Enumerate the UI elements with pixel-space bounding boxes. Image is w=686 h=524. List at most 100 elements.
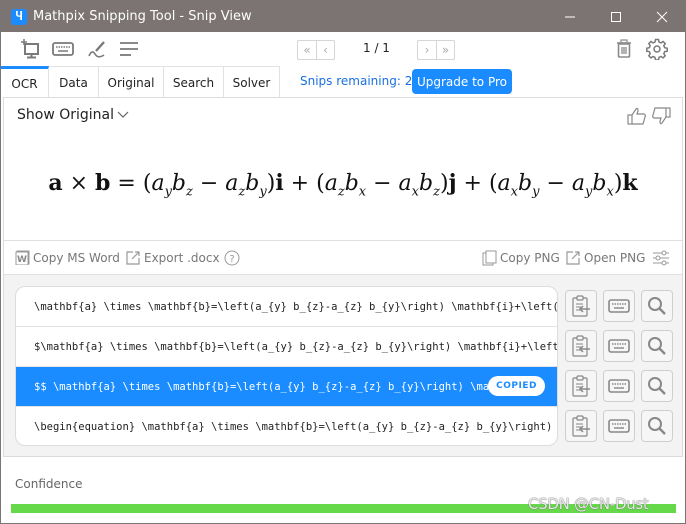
latex-text: \mathbf{a} \times \mathbf{b}=\left(a_{y}… bbox=[34, 300, 558, 313]
rendered-equation: a × b = (aybz − azby)i + (azbx − axbz)j … bbox=[48, 170, 638, 200]
open-png-label: Open PNG bbox=[584, 251, 646, 265]
watermark: CSDN @CN-Dust bbox=[528, 495, 649, 513]
new-snip-button[interactable] bbox=[19, 39, 41, 59]
paste-clipboard-button[interactable] bbox=[565, 330, 597, 362]
paste-clipboard-icon bbox=[570, 414, 592, 438]
first-page-button[interactable]: « bbox=[298, 41, 316, 59]
keyboard-icon bbox=[608, 338, 630, 354]
copy-ms-word-button[interactable]: W Copy MS Word bbox=[15, 250, 120, 265]
snip-panel: Show Original a × b = (aybz − azby)i + (… bbox=[3, 97, 683, 457]
keyboard-icon bbox=[52, 42, 74, 56]
paste-clipboard-button[interactable] bbox=[565, 370, 597, 402]
keyboard-icon bbox=[608, 418, 630, 434]
new-snip-icon bbox=[21, 39, 39, 59]
tab-original[interactable]: Original bbox=[99, 66, 164, 98]
external-link-icon bbox=[566, 251, 580, 265]
export-action-bar: W Copy MS Word Export .docx ? Copy PNG O… bbox=[4, 241, 682, 275]
paste-clipboard-icon bbox=[570, 294, 592, 318]
result-row[interactable]: \mathbf{a} \times \mathbf{b}=\left(a_{y}… bbox=[16, 287, 558, 327]
search-button[interactable] bbox=[641, 370, 673, 402]
chevron-down-icon bbox=[117, 107, 129, 123]
tab-solver[interactable]: Solver bbox=[224, 66, 280, 98]
maximize-button[interactable] bbox=[593, 1, 639, 32]
show-original-toggle[interactable]: Show Original bbox=[17, 107, 129, 123]
paste-clipboard-button[interactable] bbox=[565, 290, 597, 322]
word-icon: W bbox=[15, 250, 30, 265]
thumbs-up-button[interactable] bbox=[627, 106, 647, 126]
tab-ocr[interactable]: OCR bbox=[1, 66, 49, 98]
open-png-button[interactable]: Open PNG bbox=[565, 250, 645, 266]
keyboard-button[interactable] bbox=[603, 410, 635, 442]
format-settings-button[interactable] bbox=[652, 250, 673, 266]
help-icon: ? bbox=[224, 250, 240, 266]
search-button[interactable] bbox=[641, 290, 673, 322]
tab-data[interactable]: Data bbox=[49, 66, 99, 98]
search-button[interactable] bbox=[641, 330, 673, 362]
tab-bar: OCR Data Original Search Solver bbox=[1, 66, 280, 98]
window-title: Mathpix Snipping Tool - Snip View bbox=[33, 9, 252, 24]
thumbs-down-button[interactable] bbox=[651, 106, 671, 126]
app-window: Ⴗ Mathpix Snipping Tool - Snip View « ‹ … bbox=[0, 0, 686, 524]
latex-text: \begin{equation} \mathbf{a} \times \math… bbox=[34, 421, 558, 433]
copy-png-button[interactable]: Copy PNG bbox=[482, 250, 560, 266]
keyboard-button[interactable] bbox=[52, 39, 74, 59]
menu-icon bbox=[120, 42, 138, 56]
close-icon bbox=[656, 11, 668, 22]
paste-clipboard-button[interactable] bbox=[565, 410, 597, 442]
window-controls bbox=[547, 1, 685, 32]
delete-button[interactable] bbox=[613, 39, 635, 59]
close-button[interactable] bbox=[639, 1, 685, 32]
draw-button[interactable] bbox=[86, 39, 108, 59]
thumbs-down-icon bbox=[652, 107, 671, 125]
keyboard-button[interactable] bbox=[603, 290, 635, 322]
minimize-icon bbox=[565, 16, 575, 17]
keyboard-button[interactable] bbox=[603, 330, 635, 362]
latex-results-list: \mathbf{a} \times \mathbf{b}=\left(a_{y}… bbox=[15, 286, 558, 446]
copy-ms-word-label: Copy MS Word bbox=[33, 250, 120, 265]
next-page-button[interactable]: › bbox=[418, 41, 436, 59]
search-button[interactable] bbox=[641, 410, 673, 442]
keyboard-icon bbox=[608, 378, 630, 394]
result-row[interactable]: $\mathbf{a} \times \mathbf{b}=\left(a_{y… bbox=[16, 327, 558, 367]
paste-clipboard-icon bbox=[570, 374, 592, 398]
svg-text:?: ? bbox=[229, 254, 234, 265]
copy-icon bbox=[482, 250, 497, 266]
paste-clipboard-icon bbox=[570, 334, 592, 358]
external-link-icon bbox=[126, 251, 140, 265]
export-docx-button[interactable]: Export .docx bbox=[125, 250, 220, 266]
mathpix-logo-icon: Ⴗ bbox=[11, 8, 27, 25]
search-icon bbox=[646, 335, 668, 357]
pager-back: « ‹ bbox=[297, 40, 335, 60]
rendered-preview: Show Original a × b = (aybz − azby)i + (… bbox=[4, 98, 682, 241]
keyboard-icon bbox=[608, 298, 630, 314]
settings-button[interactable] bbox=[646, 38, 668, 60]
menu-button[interactable] bbox=[118, 39, 140, 59]
result-row-selected[interactable]: $$ \mathbf{a} \times \mathbf{b}=\left(a_… bbox=[16, 367, 557, 407]
maximize-icon bbox=[611, 11, 621, 22]
tab-search[interactable]: Search bbox=[164, 66, 224, 98]
draw-icon bbox=[88, 41, 105, 58]
thumbs-up-icon bbox=[627, 107, 646, 125]
toolbar: « ‹ 1 / 1 › » bbox=[1, 32, 685, 66]
upgrade-to-pro-button[interactable]: Upgrade to Pro bbox=[412, 69, 512, 94]
sliders-icon bbox=[653, 250, 669, 266]
snips-remaining: Snips remaining: 28 bbox=[300, 74, 420, 88]
result-row[interactable]: \begin{equation} \mathbf{a} \times \math… bbox=[16, 407, 558, 445]
search-icon bbox=[646, 415, 668, 437]
minimize-button[interactable] bbox=[547, 1, 593, 32]
pager-forward: › » bbox=[417, 40, 455, 60]
help-button[interactable]: ? bbox=[224, 250, 243, 266]
title-bar: Ⴗ Mathpix Snipping Tool - Snip View bbox=[1, 1, 685, 32]
keyboard-button[interactable] bbox=[603, 370, 635, 402]
settings-icon bbox=[646, 38, 668, 60]
svg-text:W: W bbox=[17, 255, 27, 265]
search-icon bbox=[646, 295, 668, 317]
trash-icon bbox=[617, 39, 631, 58]
latex-text: $$ \mathbf{a} \times \mathbf{b}=\left(a_… bbox=[34, 380, 515, 393]
page-indicator: 1 / 1 bbox=[363, 41, 390, 55]
last-page-button[interactable]: » bbox=[436, 41, 454, 59]
export-docx-label: Export .docx bbox=[144, 251, 220, 265]
latex-text: $\mathbf{a} \times \mathbf{b}=\left(a_{y… bbox=[34, 340, 558, 353]
previous-page-button[interactable]: ‹ bbox=[316, 41, 334, 59]
confidence-label: Confidence bbox=[15, 477, 83, 491]
